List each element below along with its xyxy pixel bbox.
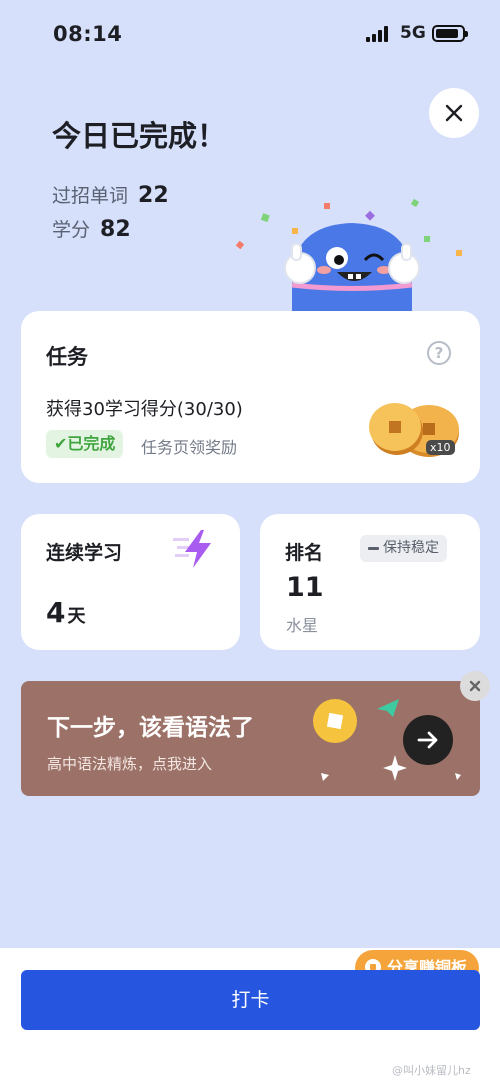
signal-icon — [366, 26, 392, 42]
close-button[interactable] — [429, 88, 479, 138]
streak-number: 4 — [46, 596, 66, 629]
rank-trend-label: 保持稳定 — [383, 540, 439, 556]
stat-credits-value: 82 — [100, 217, 131, 242]
banner-arrow-button[interactable] — [403, 715, 453, 765]
rank-card[interactable]: 排名 保持稳定 11 水星 — [260, 514, 480, 650]
network-label: 5G — [400, 23, 426, 43]
mascot-illustration — [235, 198, 462, 315]
streak-unit: 天 — [67, 606, 86, 627]
completed-badge: ✔已完成 — [46, 430, 124, 458]
banner-title: 下一步，该看语法了 — [47, 715, 254, 741]
close-icon — [469, 680, 481, 692]
arrow-right-icon — [417, 731, 438, 749]
minus-icon — [368, 546, 379, 550]
checkin-button[interactable]: 打卡 — [21, 970, 480, 1030]
banner-subtitle: 高中语法精炼，点我进入 — [47, 755, 213, 773]
battery-icon — [432, 25, 468, 42]
status-bar: 08:14 5G — [0, 0, 500, 66]
banner-close-button[interactable] — [460, 671, 490, 701]
banner-decoration — [313, 699, 461, 781]
rank-title: 排名 — [285, 542, 324, 564]
streak-value: 4天 — [46, 596, 85, 629]
stat-credits-label: 学分 — [52, 219, 91, 241]
stat-credits: 学分 82 — [52, 215, 131, 242]
reward-multiplier: x10 — [426, 440, 455, 455]
watermark: @叫小妹留儿hz — [392, 1064, 471, 1077]
task-reward-hint: 任务页领奖励 — [141, 438, 238, 457]
stat-words-label: 过招单词 — [52, 185, 129, 207]
streak-card[interactable]: 连续学习 4天 — [21, 514, 240, 650]
streak-title: 连续学习 — [46, 542, 123, 564]
rank-trend-badge: 保持稳定 — [360, 535, 447, 562]
help-icon[interactable]: ? — [427, 341, 451, 365]
rank-value: 11 — [286, 572, 324, 603]
rank-tier: 水星 — [286, 616, 319, 635]
task-description: 获得30学习得分(30/30) — [46, 399, 243, 420]
status-time: 08:14 — [53, 22, 123, 46]
page-title: 今日已完成！ — [52, 119, 227, 153]
task-card-title: 任务 — [46, 345, 88, 369]
close-icon — [445, 104, 463, 122]
lightning-icon — [173, 530, 211, 568]
stat-words: 过招单词 22 — [52, 181, 169, 208]
grammar-banner[interactable]: 下一步，该看语法了 高中语法精炼，点我进入 — [21, 681, 480, 796]
task-card[interactable]: 任务 ? 获得30学习得分(30/30) ✔已完成 任务页领奖励 x10 — [21, 311, 480, 483]
stat-words-value: 22 — [138, 183, 169, 208]
